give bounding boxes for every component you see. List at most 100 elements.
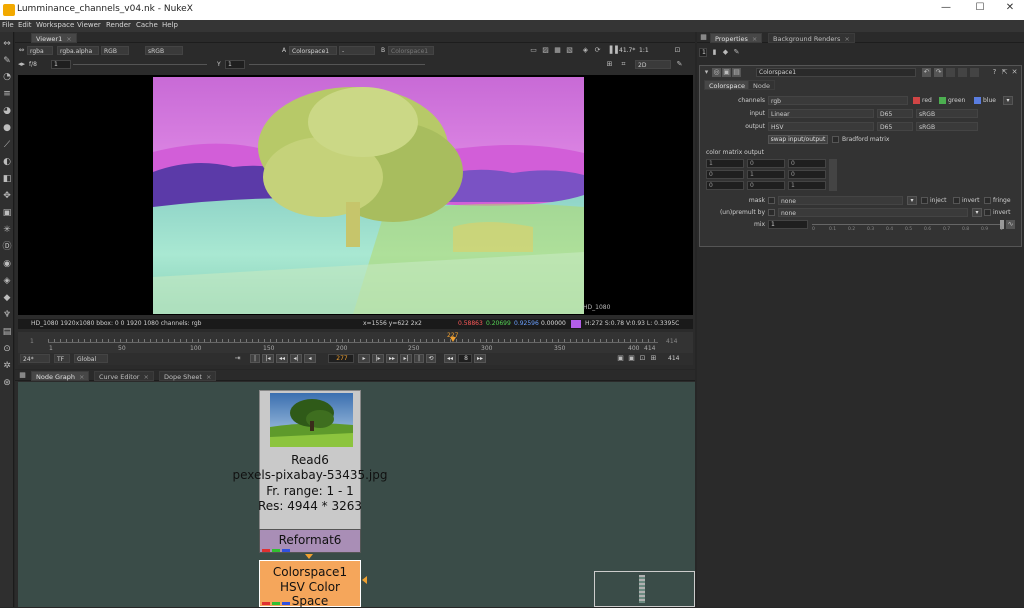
mode-dropdown[interactable]: 2D (635, 60, 671, 69)
subtab-node[interactable]: Node (748, 80, 775, 90)
matrix-cell[interactable]: 0 (788, 159, 826, 168)
toolsets-icon[interactable]: ◆ (2, 293, 12, 303)
gain-slider[interactable] (73, 64, 207, 65)
fringe-checkbox[interactable] (984, 197, 991, 204)
float-icon[interactable]: ⇱ (1000, 68, 1009, 77)
matrix-cell[interactable]: 1 (706, 159, 744, 168)
mask-checkbox[interactable] (768, 197, 775, 204)
fstop-arrows-icon[interactable]: ◂▸ (17, 60, 26, 69)
green-checkbox[interactable] (939, 97, 946, 104)
range-dropdown[interactable]: Global (74, 354, 108, 363)
prev-keyframe-button[interactable]: |◂ (262, 354, 274, 363)
current-frame-field[interactable]: 277 (328, 354, 354, 363)
step-field[interactable]: 8 (458, 354, 472, 363)
tab-dope-sheet[interactable]: Dope Sheet × (159, 371, 217, 381)
next-increment-button[interactable]: ▸▸ (386, 354, 398, 363)
bounce-button[interactable]: ⟲ (426, 354, 436, 363)
matrix-scrollbar[interactable] (829, 159, 837, 191)
lock-icon[interactable]: ⇔ (17, 46, 26, 55)
unpremult-checkbox[interactable] (768, 209, 775, 216)
settings-icon[interactable]: ✲ (2, 361, 12, 371)
reformat-node[interactable]: Reformat6 (259, 529, 361, 553)
gamma-slider[interactable] (249, 64, 425, 65)
colorspace-node[interactable]: Colorspace1 HSV Color Space (259, 560, 361, 608)
crop-icon[interactable]: ⌗ (619, 60, 628, 69)
viewer-colorspace-dropdown[interactable]: sRGB (145, 46, 183, 55)
close-tab-icon[interactable]: × (143, 373, 148, 381)
output-primaries-dropdown[interactable]: sRGB (916, 122, 978, 131)
float-panel-icon[interactable]: ◆ (721, 48, 730, 57)
matrix-cell[interactable]: 1 (788, 181, 826, 190)
compare-op-dropdown[interactable]: - (339, 46, 375, 55)
in-point-icon[interactable]: ⊞ (649, 354, 658, 363)
layers-icon[interactable]: ◧ (2, 174, 12, 184)
time-icon[interactable]: ◔ (2, 72, 12, 82)
output-illuminant-dropdown[interactable]: D65 (877, 122, 913, 131)
redo-icon[interactable]: ↷ (934, 68, 943, 77)
tab-curve-editor[interactable]: Curve Editor × (94, 371, 154, 381)
flipbook-icon[interactable]: ▣ (616, 354, 625, 363)
filter-icon[interactable]: ● (2, 123, 12, 133)
pane-menu-icon[interactable]: ▦ (699, 33, 708, 42)
read-node[interactable]: Read6 pexels-pixabay-53435.jpg Fr. range… (233, 390, 387, 536)
mix-slider[interactable] (812, 224, 1002, 225)
close-tab-icon[interactable]: × (79, 373, 84, 381)
input-dropdown[interactable]: Linear (768, 109, 874, 118)
unpremult-menu-button[interactable]: ▾ (972, 208, 982, 217)
proxy-icon[interactable]: ▧ (565, 46, 574, 55)
invert-checkbox[interactable] (953, 197, 960, 204)
channels-dropdown[interactable]: rgba (27, 46, 53, 55)
metadata-icon[interactable]: ◈ (2, 276, 12, 286)
tool-icon[interactable] (970, 68, 979, 77)
grid-icon[interactable]: ⊞ (605, 60, 614, 69)
refresh-icon[interactable]: ⟳ (593, 46, 602, 55)
close-tab-icon[interactable]: × (66, 35, 71, 43)
input-b-dropdown[interactable]: Colorspace1 (388, 46, 434, 55)
3d-icon[interactable]: ▣ (2, 208, 12, 218)
play-forward-button[interactable]: ▸ (358, 354, 370, 363)
ratio-value[interactable]: 1:1 (639, 46, 649, 55)
blue-checkbox[interactable] (974, 97, 981, 104)
gain-field[interactable]: 1 (51, 60, 71, 69)
pane-menu-icon[interactable]: ▦ (18, 371, 27, 380)
zoom-value[interactable]: 41.7* (619, 46, 635, 55)
red-checkbox[interactable] (913, 97, 920, 104)
help-icon[interactable]: ⊛ (2, 378, 12, 388)
menu-cache[interactable]: Cache (136, 21, 158, 29)
node-name-field[interactable]: Colorspace1 (756, 68, 916, 77)
step-back-button[interactable]: ◂◂ (444, 354, 456, 363)
mask-input-arrow-icon[interactable] (362, 576, 367, 584)
node-graph-minimap[interactable] (594, 571, 695, 607)
last-frame-button[interactable]: | (414, 354, 424, 363)
channel-icon[interactable]: ≡ (2, 89, 12, 99)
tab-background-renders[interactable]: Background Renders × (768, 33, 855, 43)
maximize-icon[interactable]: ☐ (966, 2, 994, 18)
image-tools-icon[interactable]: ⇔ (2, 39, 12, 49)
menu-workspace[interactable]: Workspace (36, 21, 74, 29)
prev-increment-button[interactable]: ◂◂ (276, 354, 288, 363)
mask-dropdown[interactable]: none (778, 196, 903, 205)
maximize-viewer-icon[interactable]: ⊡ (673, 46, 682, 55)
tab-viewer1[interactable]: Viewer1 × (31, 33, 77, 43)
matrix-cell[interactable]: 0 (788, 170, 826, 179)
next-keyframe-button[interactable]: ▸| (400, 354, 412, 363)
particles-icon[interactable]: ✳ (2, 225, 12, 235)
menu-viewer[interactable]: Viewer (77, 21, 101, 29)
invert2-checkbox[interactable] (984, 209, 991, 216)
step-forward-button[interactable]: ▸▸ (474, 354, 486, 363)
display-dropdown[interactable]: RGB (101, 46, 129, 55)
minimize-icon[interactable]: — (932, 2, 960, 18)
subtab-colorspace[interactable]: Colorspace (704, 80, 751, 90)
lock-panel-icon[interactable]: ▮ (710, 48, 719, 57)
transform-icon[interactable]: ✥ (2, 191, 12, 201)
furnace-icon[interactable]: ▤ (2, 327, 12, 337)
gamma-field[interactable]: 1 (225, 60, 245, 69)
viewer-viewport[interactable]: HD_1080 (18, 75, 693, 315)
roi-icon[interactable]: ▭ (529, 46, 538, 55)
unpremult-dropdown[interactable]: none (778, 208, 968, 217)
timeline[interactable]: 1 1 50 100 150 200 250 300 350 400 414 2… (18, 332, 693, 354)
matrix-cell[interactable]: 0 (706, 181, 744, 190)
merge-icon[interactable]: ◐ (2, 157, 12, 167)
play-backward-button[interactable]: ◂ (304, 354, 316, 363)
stop-icon[interactable]: ▐▐ (607, 46, 618, 55)
